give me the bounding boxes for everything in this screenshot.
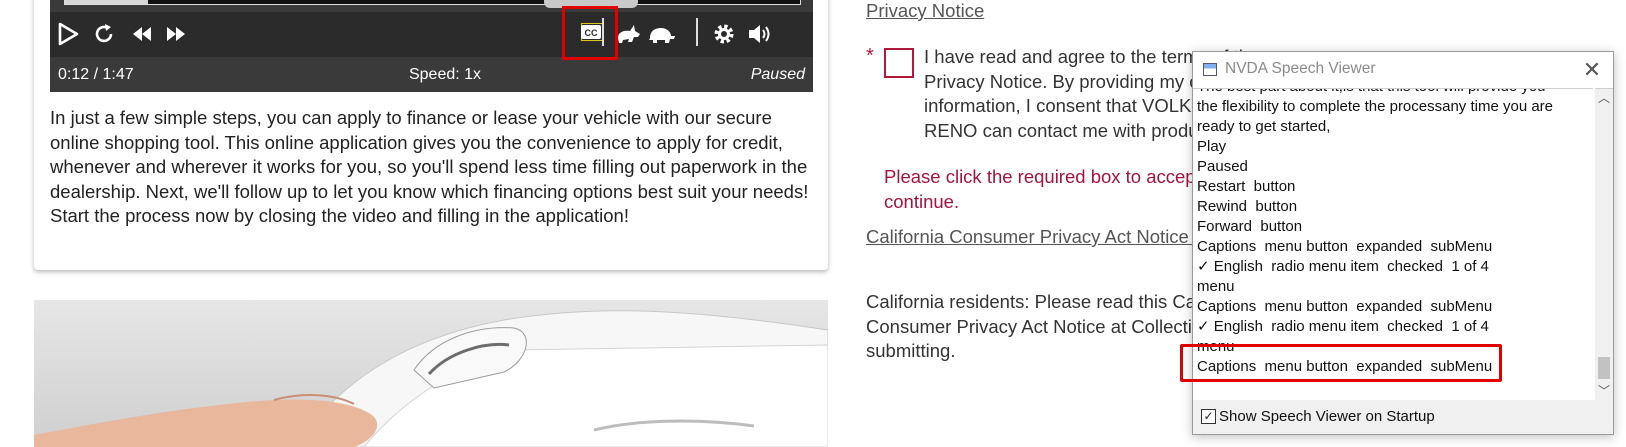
time-display: 0:12 / 1:47	[58, 66, 134, 83]
player-controls: CC	[50, 6, 813, 60]
app-window-icon	[1203, 63, 1217, 76]
forward-icon[interactable]	[160, 18, 192, 50]
speech-log-line: Captions menu button expanded subMenu	[1197, 298, 1493, 315]
playback-state: Paused	[750, 66, 805, 83]
player-status: 0:12 / 1:47 Speed: 1x Paused	[50, 57, 813, 92]
car-photo	[34, 300, 828, 447]
privacy-consent-checkbox[interactable]	[884, 48, 914, 78]
scroll-up-icon[interactable]: ︿	[1595, 89, 1613, 107]
progress-fill	[65, 0, 149, 4]
required-indicator: *	[866, 45, 874, 67]
speech-log-line: Forward button	[1197, 218, 1303, 235]
speech-log-line: the flexibility to complete the processa…	[1197, 98, 1554, 115]
settings-gear-icon[interactable]	[708, 18, 740, 50]
controls-divider	[602, 18, 604, 46]
speech-log-line: Play	[1197, 138, 1227, 155]
privacy-notice-link[interactable]: Privacy Notice	[866, 0, 984, 22]
nvda-window-title: NVDA Speech Viewer	[1225, 60, 1376, 77]
annotation-highlight	[1180, 344, 1502, 382]
nvda-footer: ✓ Show Speech Viewer on Startup	[1193, 400, 1613, 434]
show-on-startup-checkbox[interactable]: ✓	[1201, 409, 1216, 424]
scroll-down-icon[interactable]: ﹀	[1595, 382, 1613, 400]
play-icon[interactable]	[52, 18, 84, 50]
rewind-icon[interactable]	[126, 18, 158, 50]
speech-log-line: Paused	[1197, 158, 1248, 175]
video-player: CC 0:12 / 1:47 Speed: 1x Paused	[50, 0, 813, 92]
progress-bar[interactable]	[64, 0, 801, 5]
captions-highlight: CC	[562, 6, 618, 60]
speech-log-scrollbar[interactable]: ︿ ﹀	[1595, 88, 1613, 401]
speed-display: Speed: 1x	[408, 66, 482, 83]
speech-log-line: Captions menu button expanded subMenu	[1197, 238, 1493, 255]
speech-log-line: ✓ English radio menu item checked 1 of 4	[1197, 258, 1489, 275]
speech-log-line: ready to get started,	[1197, 118, 1331, 135]
rabbit-speed-icon[interactable]	[612, 18, 644, 50]
speech-log-line: Rewind button	[1197, 198, 1298, 215]
close-icon[interactable]: ✕	[1579, 57, 1605, 83]
nvda-titlebar: NVDA Speech Viewer ✕	[1193, 52, 1613, 88]
restart-icon[interactable]	[88, 18, 120, 50]
show-on-startup-label[interactable]: Show Speech Viewer on Startup	[1219, 408, 1435, 425]
speech-log-line: The best part about it,is that this tool…	[1197, 89, 1593, 97]
speech-log-lines: The best part about it,is that this tool…	[1197, 89, 1593, 377]
turtle-speed-icon[interactable]	[646, 18, 678, 50]
speech-log-line: Restart button	[1197, 178, 1296, 195]
controls-divider	[696, 18, 698, 46]
speech-log-line: menu	[1197, 278, 1235, 295]
intro-paragraph: In just a few simple steps, you can appl…	[50, 107, 809, 226]
scroll-thumb[interactable]	[1598, 357, 1610, 379]
captions-icon-text: CC	[585, 28, 598, 38]
speech-log-line: ✓ English radio menu item checked 1 of 4	[1197, 318, 1489, 335]
volume-icon[interactable]	[744, 18, 776, 50]
